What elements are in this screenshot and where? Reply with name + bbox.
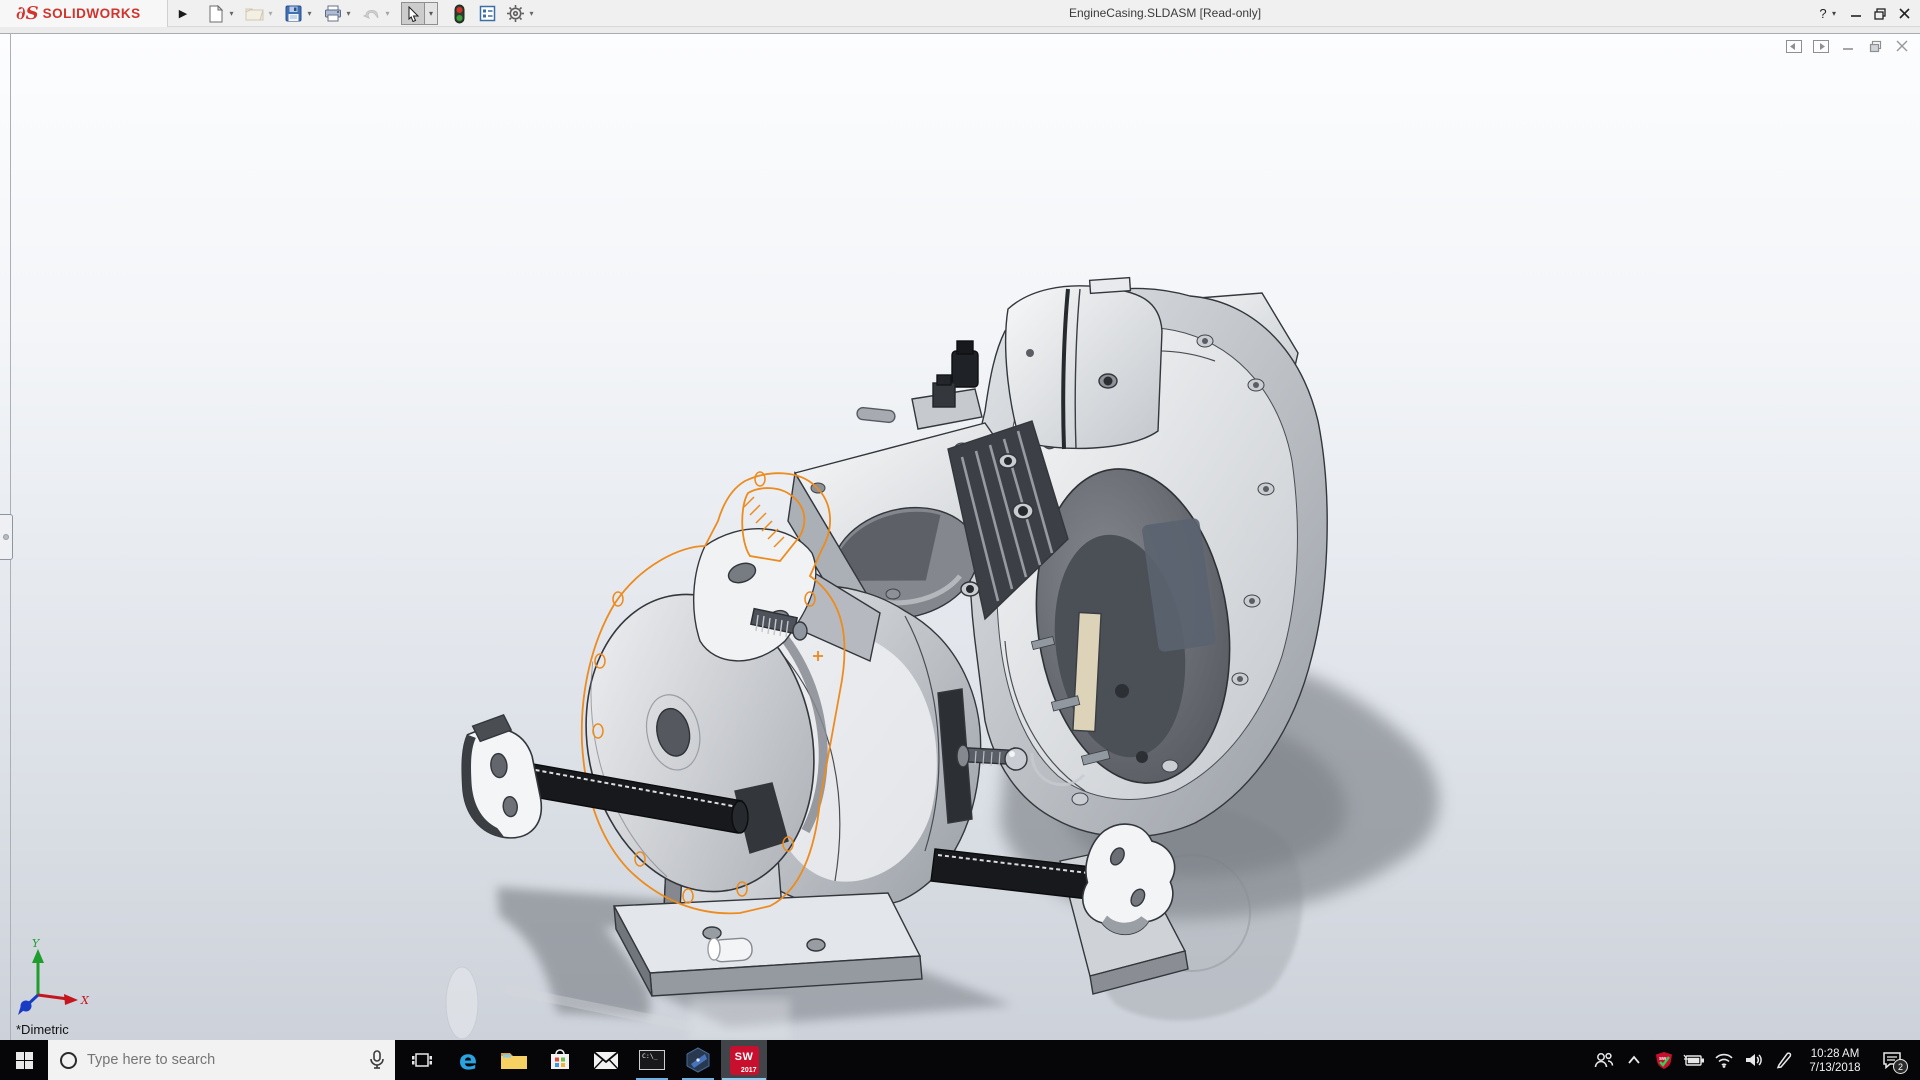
start-button[interactable] <box>0 1040 48 1080</box>
view-orientation-label: *Dimetric <box>16 1022 69 1037</box>
edge-icon: e <box>458 1044 478 1076</box>
minimize-button[interactable] <box>1844 0 1868 27</box>
restore-document-icon[interactable] <box>1865 38 1885 54</box>
taskbar-command-prompt[interactable]: C:\_ <box>629 1040 675 1080</box>
file-explorer-icon <box>501 1053 527 1069</box>
dropdown-caret-icon[interactable]: ▾ <box>305 9 314 18</box>
solidworks-resource-monitor-icon[interactable]: sw <box>1649 1040 1679 1080</box>
close-button[interactable] <box>1892 0 1916 27</box>
store-icon <box>551 1049 569 1069</box>
save-floppy-icon <box>284 4 303 23</box>
reference-triad: Y X <box>12 937 92 1019</box>
file-properties-button[interactable] <box>478 4 497 23</box>
open-button[interactable]: ▾ <box>245 4 275 23</box>
windows-logo-icon <box>15 1051 33 1069</box>
taskbar-microsoft-store[interactable] <box>537 1040 583 1080</box>
taskbar-apps: e C:\_ SW 2017 <box>399 1040 767 1080</box>
panel-handle-dot <box>3 534 9 540</box>
solidworks-icon: SW 2017 <box>729 1045 759 1075</box>
options-button[interactable]: ▾ <box>506 4 536 23</box>
system-tray: sw 10:28 AM 7/13/2018 2 <box>1589 1040 1920 1080</box>
view-traffic-light-button[interactable] <box>450 4 469 23</box>
taskbar-clock[interactable]: 10:28 AM 7/13/2018 <box>1799 1046 1871 1075</box>
notification-badge: 2 <box>1893 1059 1908 1074</box>
select-tool-button[interactable]: ▾ <box>401 2 438 25</box>
taskbar-search[interactable] <box>48 1040 395 1080</box>
taskbar-file-explorer[interactable] <box>491 1040 537 1080</box>
taskbar-3d-viewer[interactable] <box>675 1040 721 1080</box>
select-cursor-icon[interactable] <box>401 2 425 25</box>
minimize-document-icon[interactable] <box>1838 38 1858 54</box>
cortana-icon <box>60 1051 77 1069</box>
undo-button[interactable]: ▾ <box>362 4 392 23</box>
taskbar-edge[interactable]: e <box>445 1040 491 1080</box>
dropdown-caret-icon[interactable]: ▾ <box>383 9 392 18</box>
triad-y-label: Y <box>32 939 41 950</box>
expand-right-panel-icon[interactable] <box>1811 38 1831 54</box>
power-battery-icon[interactable] <box>1679 1040 1709 1080</box>
clock-date: 7/13/2018 <box>1809 1061 1861 1074</box>
wifi-icon[interactable] <box>1709 1040 1739 1080</box>
graphics-area[interactable]: Y X *Dimetric <box>0 33 1920 1041</box>
taskbar-solidworks[interactable]: SW 2017 <box>721 1040 767 1080</box>
task-view-button[interactable] <box>399 1040 445 1080</box>
solidworks-logo: ∂S SOLIDWORKS <box>0 0 168 27</box>
collapse-left-panel-icon[interactable] <box>1784 38 1804 54</box>
open-folder-icon <box>245 4 264 23</box>
help-button[interactable]: ? <box>1814 0 1832 27</box>
windows-ink-icon[interactable] <box>1769 1040 1799 1080</box>
search-input[interactable] <box>87 1052 337 1068</box>
new-document-button[interactable]: ▾ <box>206 4 236 23</box>
action-center-button[interactable]: 2 <box>1871 1040 1913 1080</box>
gear-icon <box>506 4 525 23</box>
quick-access-toolbar: ▾ ▾ ▾ ▾ ▾ ▾ ▾ <box>206 0 545 27</box>
engine-casing-model[interactable] <box>0 34 1920 1041</box>
undo-arrow-icon <box>362 4 381 23</box>
taskbar-mail[interactable] <box>583 1040 629 1080</box>
dropdown-caret-icon[interactable]: ▾ <box>266 9 275 18</box>
dropdown-caret-icon[interactable]: ▾ <box>344 9 353 18</box>
traffic-light-icon <box>450 4 469 23</box>
dropdown-caret-icon[interactable]: ▾ <box>527 9 536 18</box>
dropdown-caret-icon[interactable]: ▾ <box>227 9 236 18</box>
feature-manager-collapsed-tab[interactable] <box>0 514 13 560</box>
volume-icon[interactable] <box>1739 1040 1769 1080</box>
clock-time: 10:28 AM <box>1810 1047 1860 1060</box>
3d-viewer-icon <box>686 1047 710 1073</box>
titlebar: ∂S SOLIDWORKS ▶ ▾ ▾ ▾ ▾ ▾ ▾ ▾ EngineCasi… <box>0 0 1920 27</box>
microphone-icon[interactable] <box>369 1050 385 1075</box>
command-prompt-icon: C:\_ <box>639 1050 665 1070</box>
select-dropdown-caret[interactable]: ▾ <box>425 2 438 25</box>
triad-x-label: X <box>80 994 90 1007</box>
desktop-screen: ∂S SOLIDWORKS ▶ ▾ ▾ ▾ ▾ ▾ ▾ ▾ EngineCasi… <box>0 0 1920 1080</box>
print-button[interactable]: ▾ <box>323 4 353 23</box>
save-button[interactable]: ▾ <box>284 4 314 23</box>
document-window-controls <box>1784 38 1912 54</box>
windows-taskbar: e C:\_ SW 2017 <box>0 1040 1920 1080</box>
help-dropdown-caret[interactable]: ▾ <box>1832 9 1844 18</box>
menu-flyout-button[interactable]: ▶ <box>172 0 194 27</box>
hidden-icons-chevron[interactable] <box>1619 1040 1649 1080</box>
brand-name: SOLIDWORKS <box>42 6 141 21</box>
file-properties-icon <box>478 4 497 23</box>
close-document-icon[interactable] <box>1892 38 1912 54</box>
people-icon[interactable] <box>1589 1040 1619 1080</box>
window-controls: ? ▾ <box>1814 0 1916 27</box>
new-document-icon <box>206 4 225 23</box>
print-icon <box>323 4 342 23</box>
restore-button[interactable] <box>1868 0 1892 27</box>
dassault-logo-icon: ∂S <box>16 3 39 24</box>
mail-icon <box>593 1050 619 1069</box>
document-title: EngineCasing.SLDASM [Read-only] <box>1068 6 1262 20</box>
